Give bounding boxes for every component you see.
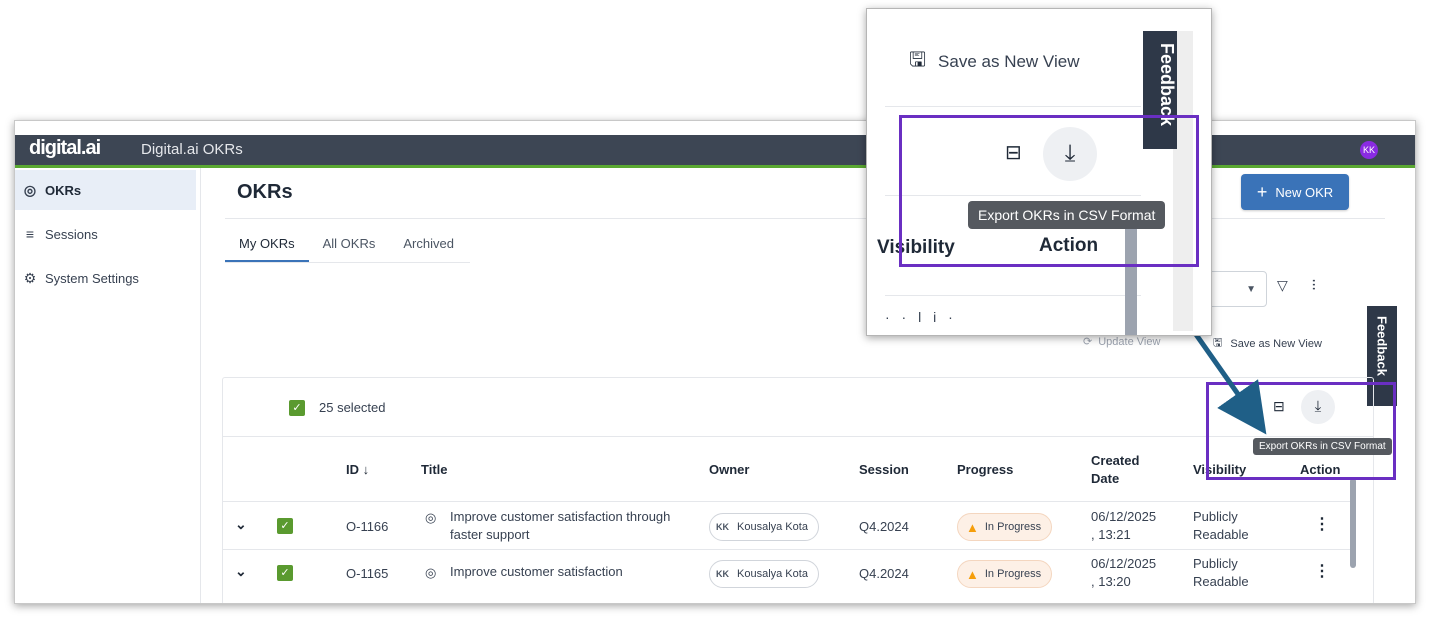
visibility-line2: Readable xyxy=(1193,574,1249,589)
row-title-line1: Improve customer satisfaction xyxy=(450,564,623,579)
row-created-date: 06/12/2025 , 13:21 xyxy=(1091,508,1156,544)
save-view-button[interactable]: 🖫 Save as New View xyxy=(909,45,1079,79)
new-okr-label: New OKR xyxy=(1275,184,1334,200)
zoom-callout: 🖫 Save as New View ⊟ ⤓ Visibility Action… xyxy=(866,8,1212,336)
user-avatar[interactable]: KK xyxy=(1360,141,1378,159)
created-line1: 06/12/2025 xyxy=(1091,509,1157,524)
divider xyxy=(225,262,470,263)
save-icon: 🖫 xyxy=(909,49,927,71)
created-line2: , 13:21 xyxy=(1091,527,1131,542)
row-visibility: Publicly Readable xyxy=(1193,508,1249,544)
sidebar-item-label: OKRs xyxy=(45,182,82,198)
row-session: Q4.2024 xyxy=(859,519,909,534)
row-id: O-1166 xyxy=(346,519,389,534)
column-header-created-date[interactable]: Created Date xyxy=(1091,452,1139,488)
select-all-checkbox[interactable]: ✓ xyxy=(289,400,305,416)
visibility-line2: Readable xyxy=(1193,527,1249,542)
sidebar-item-sessions[interactable]: ≡ Sessions xyxy=(15,214,196,254)
target-icon: ◎ xyxy=(425,565,437,580)
gear-icon: ⚙ xyxy=(23,269,37,286)
warning-icon: ▲ xyxy=(966,519,979,535)
sidebar-item-label: System Settings xyxy=(45,270,139,286)
brand-logo: digital.ai xyxy=(29,137,101,159)
visibility-line1: Publicly xyxy=(1193,509,1238,524)
row-created-date: 06/12/2025 , 13:20 xyxy=(1091,555,1156,591)
more-actions-icon[interactable]: ⋮ xyxy=(1314,514,1330,534)
owner-initials: KK xyxy=(716,522,729,532)
warning-icon: ▲ xyxy=(966,566,979,582)
refresh-icon: ⟳ xyxy=(1083,336,1093,348)
save-view-label: Save as New View xyxy=(938,52,1080,71)
column-header-owner[interactable]: Owner xyxy=(709,462,749,477)
divider xyxy=(885,106,1141,107)
plus-icon: + xyxy=(1256,182,1268,202)
column-header-id[interactable]: ID ↓ xyxy=(346,462,369,477)
new-okr-button[interactable]: + New OKR xyxy=(1241,174,1349,210)
row-title-line2: faster support xyxy=(450,527,530,542)
selection-bar: ✓ 25 selected ⊟ ⤓ Export OKRs in CSV For… xyxy=(223,378,1392,455)
divider xyxy=(223,501,1353,502)
row-checkbox[interactable]: ✓ xyxy=(277,565,293,581)
owner-pill: KK Kousalya Kota xyxy=(709,513,819,541)
row-title[interactable]: Improve customer satisfaction through fa… xyxy=(450,508,670,544)
divider xyxy=(885,295,1141,296)
status-label: In Progress xyxy=(984,521,1042,533)
status-badge: ▲ In Progress xyxy=(957,560,1053,588)
sidebar: ◎ OKRs ≡ Sessions ⚙ System Settings xyxy=(15,168,201,603)
table-scrollbar[interactable] xyxy=(1350,478,1356,568)
column-header-title[interactable]: Title xyxy=(421,462,448,477)
created-header-line2: Date xyxy=(1091,471,1120,486)
created-line1: 06/12/2025 xyxy=(1091,556,1157,571)
row-checkbox[interactable]: ✓ xyxy=(277,518,293,534)
partial-text: · · l i · xyxy=(885,309,957,325)
list-icon: ≡ xyxy=(25,226,35,242)
row-session: Q4.2024 xyxy=(859,566,909,581)
row-title-line1: Improve customer satisfaction through xyxy=(450,509,671,524)
sidebar-item-label: Sessions xyxy=(45,226,98,242)
save-view-button[interactable]: 🖫 Save as New View xyxy=(1213,334,1322,353)
status-label: In Progress xyxy=(984,568,1042,580)
row-id: O-1165 xyxy=(346,566,389,581)
sidebar-item-system-settings[interactable]: ⚙ System Settings xyxy=(15,258,196,298)
row-title[interactable]: Improve customer satisfaction xyxy=(450,563,623,581)
tab-my-okrs[interactable]: My OKRs xyxy=(225,226,309,262)
okr-table: ✓ 25 selected ⊟ ⤓ Export OKRs in CSV For… xyxy=(222,377,1392,603)
column-settings-icon[interactable]: ⫶ xyxy=(1312,277,1316,294)
status-badge: ▲ In Progress xyxy=(957,513,1053,541)
owner-pill: KK Kousalya Kota xyxy=(709,560,819,588)
page-title: OKRs xyxy=(237,181,293,203)
target-icon: ◎ xyxy=(23,181,37,198)
created-header-line1: Created xyxy=(1091,453,1140,468)
expand-chevron-icon[interactable]: ⌄ xyxy=(235,516,247,533)
selection-count: 25 selected xyxy=(319,400,386,415)
save-view-label: Save as New View xyxy=(1230,337,1322,350)
owner-name: Kousalya Kota xyxy=(737,568,808,580)
update-view-button[interactable]: ⟳ Update View xyxy=(1083,335,1161,349)
highlight-box xyxy=(1206,382,1396,480)
sidebar-item-okrs[interactable]: ◎ OKRs xyxy=(15,170,196,210)
tab-all-okrs[interactable]: All OKRs xyxy=(309,226,390,262)
chevron-down-icon: ▼ xyxy=(1246,284,1256,295)
tab-archived[interactable]: Archived xyxy=(389,226,468,262)
more-actions-icon[interactable]: ⋮ xyxy=(1314,561,1330,581)
visibility-line1: Publicly xyxy=(1193,556,1238,571)
highlight-box xyxy=(899,115,1199,267)
tab-bar: My OKRs All OKRs Archived xyxy=(225,226,468,262)
divider xyxy=(223,549,1353,550)
owner-initials: KK xyxy=(716,569,729,579)
target-icon: ◎ xyxy=(425,510,437,525)
product-name: Digital.ai OKRs xyxy=(141,141,243,158)
column-header-session[interactable]: Session xyxy=(859,462,909,477)
save-icon: 🖫 xyxy=(1213,337,1223,349)
row-visibility: Publicly Readable xyxy=(1193,555,1249,591)
expand-chevron-icon[interactable]: ⌄ xyxy=(235,563,247,580)
created-line2: , 13:20 xyxy=(1091,574,1131,589)
filter-icon[interactable]: ▽ xyxy=(1277,277,1288,294)
update-view-label: Update View xyxy=(1098,335,1161,348)
column-header-progress[interactable]: Progress xyxy=(957,462,1013,477)
owner-name: Kousalya Kota xyxy=(737,521,808,533)
